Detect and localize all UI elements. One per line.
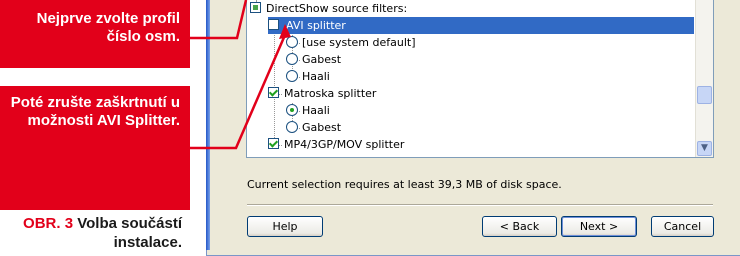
- pointer-arrowhead: [279, 24, 291, 39]
- pointer-line-avi: [190, 34, 287, 150]
- pointer-line-profile: [190, 0, 248, 40]
- annotation-lines: [190, 0, 291, 150]
